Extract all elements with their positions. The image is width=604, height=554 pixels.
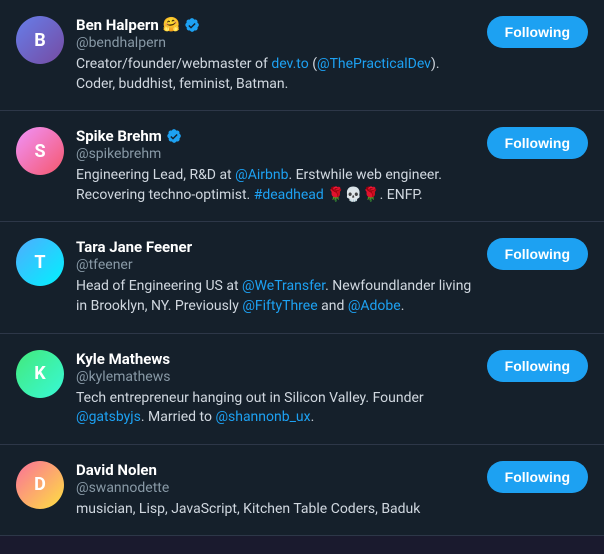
user-info: Tara Jane Feener@tfeener Head of Engineer… <box>76 238 475 316</box>
name-row: David Nolen <box>76 461 475 479</box>
display-name: David Nolen <box>76 461 157 479</box>
username: @swannodette <box>76 480 475 496</box>
user-card-spike-brehm: S Spike Brehm@spikebrehm Engineering Lead,… <box>0 111 604 222</box>
user-bio: Engineering Lead, R&D at @Airbnb. Erstwh… <box>76 166 475 205</box>
user-bio: Tech entrepreneur hanging out in Silicon… <box>76 389 475 428</box>
follow-button[interactable]: Following <box>487 127 588 159</box>
user-list: BBen Halpern🤗@bendhalpernCreator/founder… <box>0 0 604 536</box>
verified-badge-icon <box>184 17 200 33</box>
user-card-tara-jane-feener: T Tara Jane Feener@tfeener Head of Enginee… <box>0 222 604 333</box>
avatar[interactable]: S <box>16 127 64 175</box>
user-card-david-nolen: D David Nolen@swannodette musician, Lisp, … <box>0 445 604 537</box>
user-info: David Nolen@swannodette musician, Lisp, J… <box>76 461 475 520</box>
display-name: Ben Halpern <box>76 16 159 34</box>
user-emoji: 🤗 <box>163 17 180 33</box>
name-row: Tara Jane Feener <box>76 238 475 256</box>
username: @kylemathews <box>76 369 475 385</box>
bio-mention[interactable]: dev.to <box>271 56 308 72</box>
name-row: Spike Brehm <box>76 127 475 145</box>
avatar[interactable]: K <box>16 350 64 398</box>
display-name: Tara Jane Feener <box>76 238 192 256</box>
follow-button[interactable]: Following <box>487 350 588 382</box>
display-name: Kyle Mathews <box>76 350 170 368</box>
bio-mention[interactable]: @ThePracticalDev <box>317 56 431 72</box>
follow-button[interactable]: Following <box>487 16 588 48</box>
name-row: Kyle Mathews <box>76 350 475 368</box>
follow-button[interactable]: Following <box>487 461 588 493</box>
user-bio: Head of Engineering US at @WeTransfer. N… <box>76 277 475 316</box>
bio-mention[interactable]: @shannonb_ux <box>215 409 310 425</box>
display-name: Spike Brehm <box>76 127 162 145</box>
bio-mention[interactable]: @WeTransfer <box>242 278 325 294</box>
follow-button[interactable]: Following <box>487 238 588 270</box>
user-info: Kyle Mathews@kylemathews Tech entrepreneu… <box>76 350 475 428</box>
avatar[interactable]: B <box>16 16 64 64</box>
bio-mention[interactable]: @FiftyThree <box>242 298 317 314</box>
name-row: Ben Halpern🤗 <box>76 16 475 34</box>
avatar[interactable]: T <box>16 238 64 286</box>
user-info: Ben Halpern🤗@bendhalpernCreator/founder/… <box>76 16 475 94</box>
username: @spikebrehm <box>76 146 475 162</box>
verified-badge-icon <box>166 128 182 144</box>
user-bio: Creator/founder/webmaster of dev.to (@Th… <box>76 55 475 94</box>
user-card-ben-halpern: BBen Halpern🤗@bendhalpernCreator/founder… <box>0 0 604 111</box>
bio-mention[interactable]: @gatsbyjs <box>76 409 141 425</box>
user-info: Spike Brehm@spikebrehm Engineering Lead, … <box>76 127 475 205</box>
bio-mention[interactable]: @Airbnb <box>235 167 288 183</box>
avatar[interactable]: D <box>16 461 64 509</box>
username: @tfeener <box>76 257 475 273</box>
user-bio: musician, Lisp, JavaScript, Kitchen Tabl… <box>76 500 475 520</box>
bio-mention[interactable]: #deadhead <box>254 187 324 203</box>
bio-mention[interactable]: @Adobe <box>348 298 401 314</box>
user-card-kyle-mathews: K Kyle Mathews@kylemathews Tech entreprene… <box>0 334 604 445</box>
username: @bendhalpern <box>76 35 475 51</box>
